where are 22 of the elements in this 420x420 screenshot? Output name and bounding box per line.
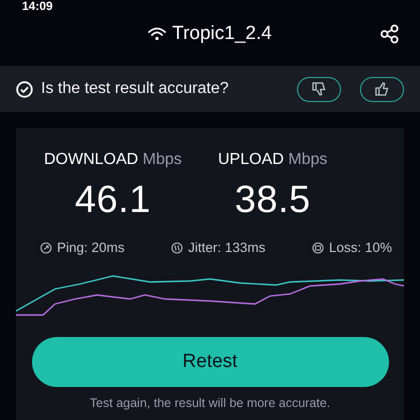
jitter-reading: Jitter: 133ms: [188, 240, 266, 255]
ping-reading: Ping: 20ms: [57, 240, 125, 255]
retest-hint: Test again, the result will be more accurate.: [88, 396, 332, 410]
speed-label: DOWNLOAD Mbps: [44, 151, 182, 169]
thumbs-up-icon: [374, 81, 390, 97]
speed-value: 38.5: [234, 179, 311, 222]
ping-icon: [40, 242, 52, 254]
jitter-icon: [171, 242, 184, 254]
thumbs-down-icon: [311, 81, 327, 97]
status-time: 14:09: [22, 0, 53, 12]
wifi-icon: [148, 27, 166, 41]
loss-reading: Loss: 10%: [328, 240, 392, 255]
thumbs-down-button[interactable]: [297, 76, 341, 102]
thumbs-up-button[interactable]: [360, 76, 404, 102]
network-name: Tropic1_2.4: [172, 23, 272, 45]
retest-button[interactable]: Retest: [32, 337, 388, 387]
loss-icon: [312, 242, 324, 254]
speed-value: 46.1: [74, 179, 151, 222]
share-icon[interactable]: [380, 24, 400, 44]
speed-label: UPLOAD Mbps: [218, 151, 328, 169]
feedback-question: Is the test result accurate?: [41, 80, 230, 98]
check-circle-icon: [16, 80, 33, 98]
